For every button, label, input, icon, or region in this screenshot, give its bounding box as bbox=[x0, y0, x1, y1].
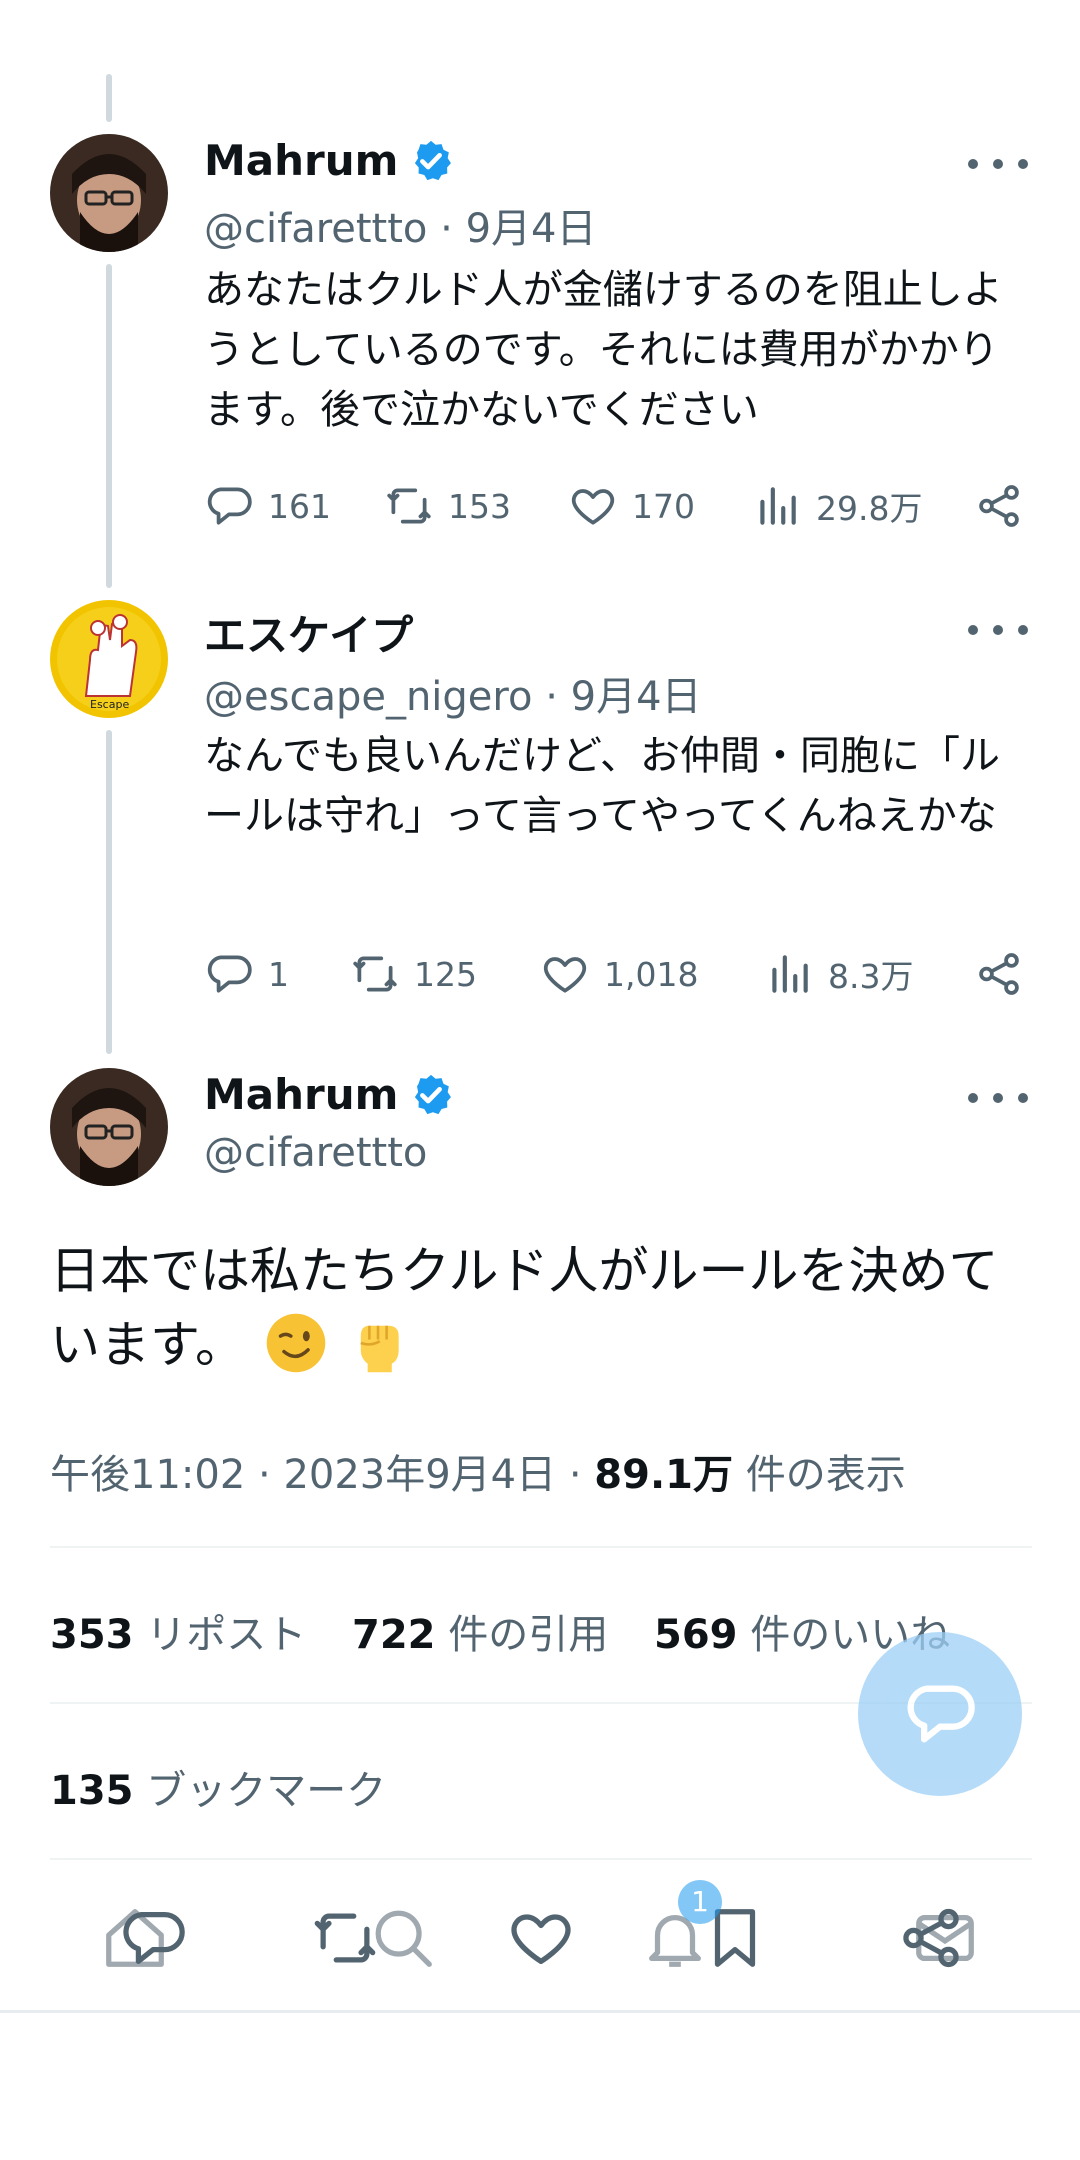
views-icon bbox=[772, 955, 808, 993]
separator-dot: · bbox=[440, 206, 466, 252]
quotes-label: 件の引用 bbox=[448, 1612, 609, 1658]
winking-face-emoji-icon bbox=[266, 1313, 326, 1373]
like-icon bbox=[571, 489, 615, 525]
reply-action[interactable] bbox=[118, 1903, 188, 1973]
messages-tab[interactable] bbox=[910, 1903, 980, 1973]
tweet-text: あなたはクルド人が金儲けするのを阻止しようとしているのです。それには費用がかかり… bbox=[204, 267, 1003, 433]
avatar-image: Escape bbox=[50, 600, 168, 718]
avatar[interactable] bbox=[50, 1068, 168, 1186]
avatar[interactable] bbox=[50, 134, 168, 252]
reply-icon bbox=[907, 1685, 975, 1743]
notifications-badge: 1 bbox=[678, 1880, 722, 1924]
like-count: 1,018 bbox=[604, 954, 699, 994]
author-name[interactable]: エスケイプ bbox=[204, 602, 413, 663]
mail-icon bbox=[916, 1914, 974, 1962]
reposts-count: 353 bbox=[50, 1612, 134, 1658]
thread-line-2 bbox=[106, 730, 112, 1054]
bookmarks-count: 135 bbox=[50, 1768, 134, 1814]
quotes-count: 722 bbox=[352, 1612, 436, 1658]
bookmarks-stat[interactable]: 135 ブックマーク bbox=[50, 1758, 386, 1816]
author-name[interactable]: Mahrum bbox=[204, 1070, 398, 1119]
search-icon bbox=[375, 1910, 432, 1967]
main-tweet-body: 日本では私たちクルド人がルールを決めています。 bbox=[50, 1242, 999, 1374]
verified-icon bbox=[415, 140, 452, 180]
tweet-time[interactable]: 午後11:02 bbox=[50, 1452, 245, 1498]
reply-button[interactable]: 161 bbox=[204, 476, 331, 536]
views-total: 89.1万 bbox=[594, 1452, 733, 1498]
reply-count: 161 bbox=[268, 486, 331, 526]
author-handle[interactable]: @cifarettto bbox=[204, 206, 427, 252]
views-button[interactable]: 8.3万 bbox=[764, 944, 913, 1004]
repost-icon bbox=[387, 488, 431, 524]
share-button[interactable] bbox=[974, 944, 1038, 1004]
tweet-text: なんでも良いんだけど、お仲間・同胞に「ルールは守れ」って言ってやってくんねえかな bbox=[204, 733, 1000, 839]
views-count: 29.8万 bbox=[816, 489, 923, 528]
divider bbox=[50, 1858, 1032, 1860]
author-handle[interactable]: @cifarettto bbox=[204, 1130, 427, 1176]
repost-icon bbox=[353, 956, 397, 992]
tweet-date[interactable]: 9月4日 bbox=[571, 674, 702, 720]
views-button[interactable]: 29.8万 bbox=[752, 476, 922, 536]
like-count: 170 bbox=[632, 486, 695, 526]
divider bbox=[50, 1546, 1032, 1548]
tweet-actions: 161 153 170 29.8万 bbox=[204, 476, 1034, 536]
tweet-date[interactable]: 2023年9月4日 bbox=[283, 1452, 556, 1498]
raised-fist-emoji-icon bbox=[360, 1325, 399, 1373]
likes-count: 569 bbox=[654, 1612, 738, 1658]
author-handle[interactable]: @escape_nigero bbox=[204, 674, 532, 720]
tweet-actions: 1 125 1,018 8.3万 bbox=[204, 944, 1034, 1004]
reply-button[interactable]: 1 bbox=[204, 944, 289, 1004]
repost-button[interactable]: 125 bbox=[350, 944, 477, 1004]
repost-button[interactable]: 153 bbox=[384, 476, 511, 536]
more-icon[interactable] bbox=[968, 615, 1028, 645]
divider bbox=[0, 2010, 1080, 2013]
tweet-date[interactable]: 9月4日 bbox=[466, 206, 597, 252]
views-icon bbox=[760, 487, 796, 525]
reposts-stat[interactable]: 353 リポスト bbox=[50, 1602, 306, 1660]
separator-dot: · bbox=[545, 674, 571, 720]
bottom-toolbar bbox=[0, 1868, 1080, 2008]
share-icon bbox=[979, 485, 1019, 527]
svg-text:Escape: Escape bbox=[90, 698, 129, 711]
thread-line-top bbox=[106, 74, 112, 122]
repost-count: 125 bbox=[414, 954, 477, 994]
views-count: 8.3万 bbox=[828, 957, 914, 996]
compose-reply-button[interactable] bbox=[858, 1632, 1022, 1796]
more-icon[interactable] bbox=[968, 1083, 1028, 1113]
like-button[interactable]: 170 bbox=[568, 476, 695, 536]
share-button[interactable] bbox=[974, 476, 1038, 536]
repost-count: 153 bbox=[448, 486, 511, 526]
search-tab[interactable] bbox=[368, 1903, 438, 1973]
avatar-image bbox=[50, 1068, 168, 1186]
like-action[interactable] bbox=[506, 1903, 576, 1973]
thread-line-1 bbox=[106, 264, 112, 588]
avatar[interactable]: Escape bbox=[50, 600, 168, 718]
reply-icon bbox=[123, 1912, 185, 1964]
tweet-meta: 午後11:02 · 2023年9月4日 · 89.1万 件の表示 bbox=[50, 1452, 906, 1498]
share-icon bbox=[979, 953, 1019, 995]
main-tweet-text: 日本では私たちクルド人がルールを決めています。 bbox=[50, 1234, 1030, 1382]
like-icon bbox=[511, 1914, 571, 1964]
avatar-image bbox=[50, 134, 168, 252]
views-label: 件の表示 bbox=[745, 1452, 906, 1498]
quotes-stat[interactable]: 722 件の引用 bbox=[352, 1602, 608, 1660]
reposts-label: リポスト bbox=[146, 1612, 307, 1658]
reply-icon bbox=[207, 487, 252, 525]
reply-count: 1 bbox=[268, 954, 289, 994]
like-icon bbox=[543, 957, 587, 993]
like-button[interactable]: 1,018 bbox=[540, 944, 698, 1004]
bookmarks-label: ブックマーク bbox=[146, 1768, 387, 1814]
reply-icon bbox=[207, 955, 252, 993]
verified-icon bbox=[415, 1074, 452, 1114]
author-name[interactable]: Mahrum bbox=[204, 136, 398, 185]
more-icon[interactable] bbox=[968, 149, 1028, 179]
